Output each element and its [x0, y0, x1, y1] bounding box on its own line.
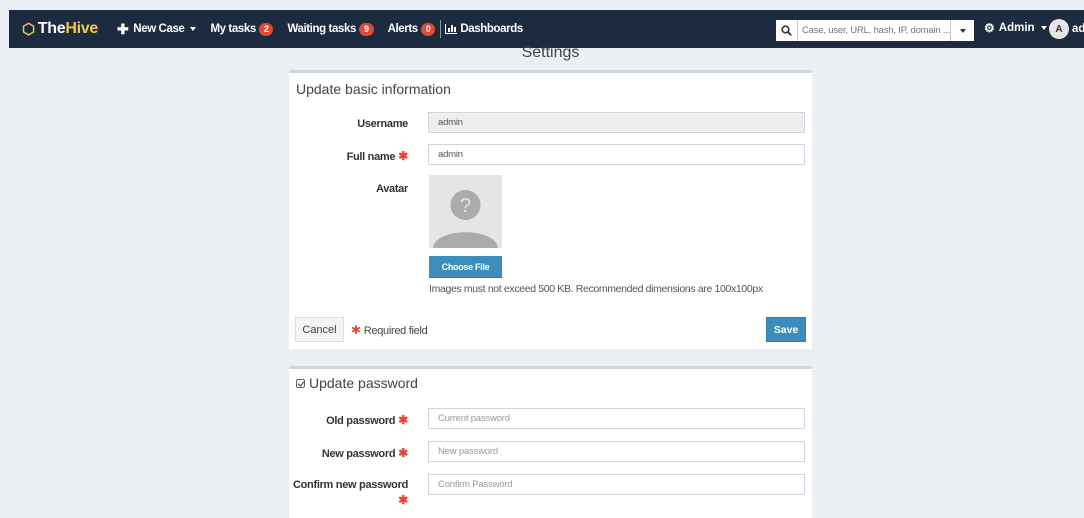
top-navbar: ⬡ The Hive ✚ New Case My tasks 2 Waiting …: [9, 10, 1084, 48]
username-label-text: Username: [357, 118, 408, 130]
hive-logo-icon: ⬡: [22, 21, 35, 38]
password-panel: Update password Old password ✱ New passwo…: [289, 366, 812, 518]
search-options-button[interactable]: [950, 20, 974, 41]
required-marker: ✱: [351, 323, 361, 337]
confirm-password-field[interactable]: [428, 474, 805, 495]
chevron-down-icon: [190, 27, 197, 31]
avatar-label: Avatar: [376, 183, 408, 195]
global-search: [776, 20, 974, 41]
basic-info-panel: Update basic information Username Full n…: [289, 70, 812, 349]
avatar-label-text: Avatar: [375, 183, 408, 195]
username-field: [428, 112, 805, 133]
my-tasks-count-badge: 2: [258, 22, 274, 36]
chevron-down-icon: [959, 28, 966, 33]
waiting-tasks-link[interactable]: Waiting tasks 9: [287, 22, 374, 36]
brand-suffix: Hive: [65, 20, 98, 37]
new-password-label: New password ✱: [322, 446, 408, 460]
waiting-tasks-count-badge: 9: [358, 22, 374, 36]
old-password-field[interactable]: [428, 408, 805, 429]
confirm-password-label: Confirm new password ✱: [293, 478, 408, 509]
user-name[interactable]: admin: [1072, 23, 1084, 35]
dashboards-label: Dashboards: [460, 23, 523, 35]
required-field-note: ✱ Required field: [351, 323, 428, 337]
old-password-label-text: Old password: [326, 415, 396, 427]
search-icon: [781, 25, 792, 36]
avatar-help-text: Images must not exceed 500 KB. Recommend…: [429, 283, 763, 295]
brand-logo[interactable]: ⬡ The Hive: [22, 20, 98, 38]
alerts-link[interactable]: Alerts 0: [387, 22, 436, 36]
fullname-label: Full name ✱: [346, 149, 409, 163]
update-password-title: Update password: [309, 375, 418, 391]
username-label: Username: [357, 118, 408, 130]
cancel-button[interactable]: Cancel: [295, 317, 344, 342]
dashboards-link[interactable]: Dashboards: [445, 23, 523, 35]
required-marker: ✱: [398, 413, 408, 427]
my-tasks-label: My tasks: [210, 23, 256, 35]
admin-menu[interactable]: ⚙ Admin: [984, 21, 1047, 35]
gear-icon: ⚙: [984, 21, 995, 35]
avatar-placeholder-image: ?: [429, 175, 502, 248]
page-title: Settings: [521, 44, 580, 61]
save-button[interactable]: Save: [766, 317, 806, 342]
default-user-icon: ?: [433, 190, 498, 248]
basic-info-title: Update basic information: [296, 81, 451, 97]
new-password-label-text: New password: [321, 448, 396, 460]
update-password-checkbox[interactable]: [296, 378, 305, 388]
search-input[interactable]: [798, 25, 950, 36]
confirm-password-label-text: Confirm new password: [292, 479, 408, 491]
new-case-label: New Case: [133, 23, 185, 35]
chevron-down-icon: [1040, 26, 1047, 30]
alerts-count-badge: 0: [420, 22, 436, 36]
user-avatar[interactable]: A: [1049, 19, 1069, 39]
fullname-field[interactable]: [428, 144, 805, 165]
plus-icon: ✚: [116, 20, 129, 37]
required-marker: ✱: [398, 446, 408, 460]
old-password-label: Old password ✱: [326, 413, 408, 427]
nav-divider: [440, 20, 442, 38]
svg-text:?: ?: [460, 195, 471, 217]
choose-file-button[interactable]: Choose File: [429, 256, 502, 278]
waiting-tasks-label: Waiting tasks: [287, 23, 356, 35]
new-case-menu[interactable]: ✚ New Case: [116, 20, 197, 38]
my-tasks-link[interactable]: My tasks 2: [210, 22, 274, 36]
alerts-label: Alerts: [387, 23, 419, 35]
bar-chart-icon: [445, 24, 458, 34]
admin-menu-label: Admin: [998, 22, 1035, 34]
new-password-field[interactable]: [428, 441, 805, 462]
required-marker: ✱: [398, 149, 408, 163]
fullname-label-text: Full name: [346, 151, 396, 163]
search-button[interactable]: [776, 20, 798, 41]
brand-prefix: The: [37, 20, 66, 37]
update-password-toggle[interactable]: Update password: [296, 375, 418, 391]
required-field-text: Required field: [363, 325, 428, 337]
required-marker: ✱: [398, 493, 408, 507]
